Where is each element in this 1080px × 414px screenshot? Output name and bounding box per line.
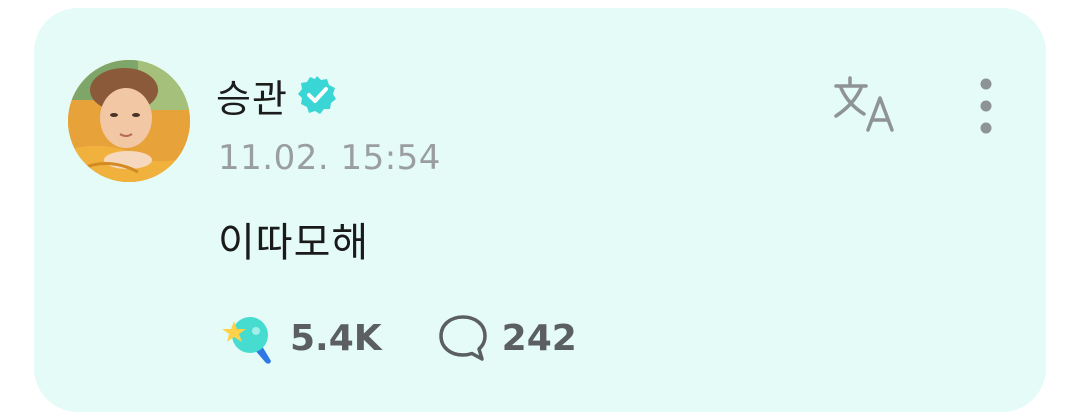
post-card[interactable]: 승관 11.02. 15:54 이따모해 5.4K 242 (34, 8, 1046, 412)
author-avatar[interactable] (68, 60, 190, 182)
translate-button[interactable] (830, 72, 904, 136)
speech-bubble-icon[interactable] (436, 311, 490, 365)
author-name[interactable]: 승관 (216, 68, 288, 123)
translate-icon (834, 76, 894, 132)
more-vertical-icon (980, 78, 992, 134)
more-options-button[interactable] (964, 76, 1008, 140)
avatar-image (68, 60, 190, 182)
like-count: 5.4K (290, 317, 382, 359)
comment-count: 242 (501, 317, 577, 359)
star-lightstick-icon[interactable] (218, 309, 276, 367)
author-row: 승관 (216, 68, 338, 123)
post-timestamp: 11.02. 15:54 (218, 138, 441, 178)
post-stats: 5.4K 242 (218, 306, 577, 370)
verified-badge-icon (296, 74, 338, 116)
post-body-text: 이따모해 (218, 220, 370, 266)
